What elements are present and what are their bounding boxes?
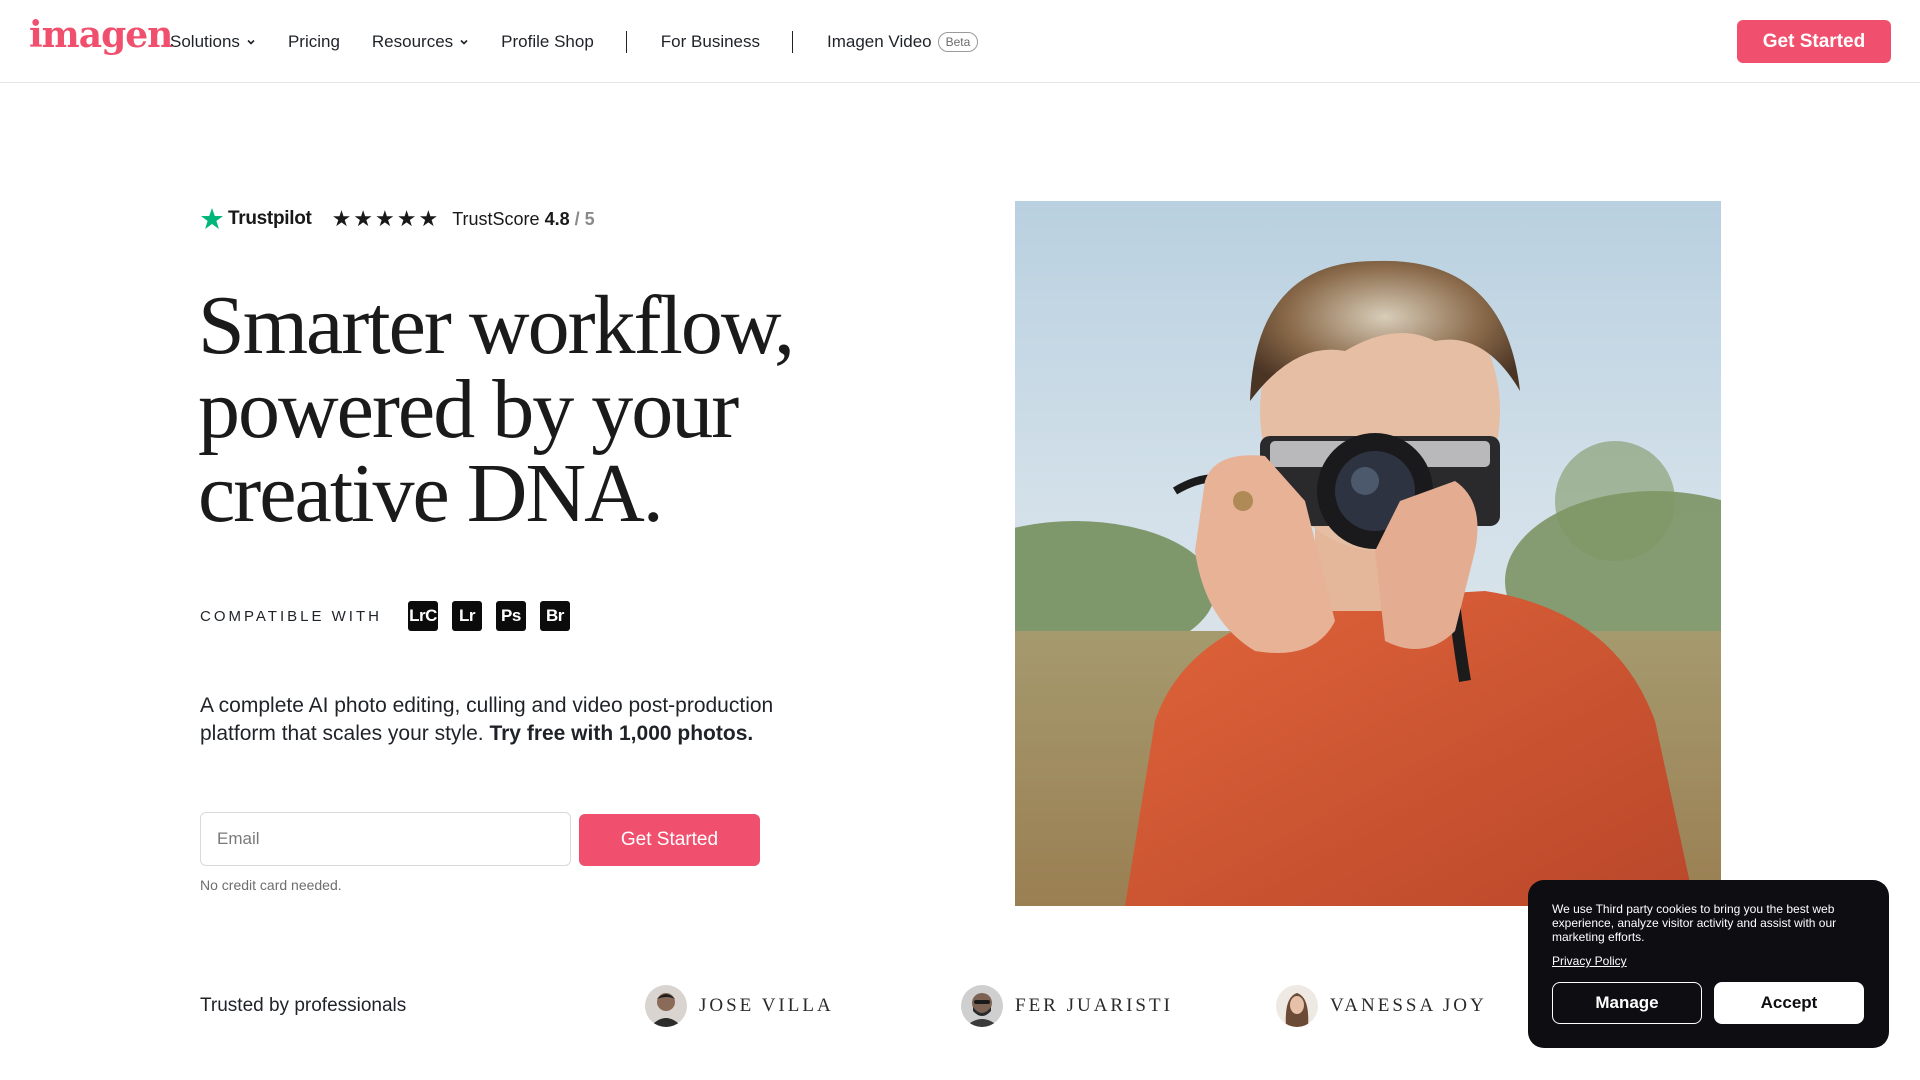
pro-jose-villa: JOSE VILLA — [645, 985, 834, 1027]
photoshop-icon: Ps — [495, 601, 526, 631]
nav-links: Solutions Pricing Resources Profile Shop… — [170, 0, 1010, 83]
lightroom-classic-icon: LrC — [407, 601, 438, 631]
chevron-down-icon — [247, 39, 255, 45]
hero-description-bold: Try free with 1,000 photos. — [489, 722, 754, 745]
beta-badge: Beta — [937, 31, 979, 52]
nav-solutions-label: Solutions — [170, 31, 240, 51]
rating-stars: ★★★★★ — [331, 206, 441, 231]
nav-for-business[interactable]: For Business — [661, 32, 760, 52]
chevron-down-icon — [460, 39, 468, 45]
privacy-policy-link[interactable]: Privacy Policy — [1552, 954, 1627, 968]
avatar — [961, 985, 1003, 1027]
bridge-icon: Br — [539, 601, 570, 631]
nav-divider — [792, 30, 793, 53]
email-input[interactable] — [200, 812, 571, 866]
nav-profile-shop[interactable]: Profile Shop — [501, 32, 594, 52]
cookie-text: We use Third party cookies to bring you … — [1552, 902, 1837, 944]
hero-photo-illustration — [1015, 201, 1721, 906]
manage-cookies-button[interactable]: Manage — [1552, 982, 1702, 1024]
trustscore-out-of: / 5 — [574, 208, 595, 229]
compatible-label: COMPATIBLE WITH — [200, 607, 382, 625]
trustscore: TrustScore 4.8 / 5 — [452, 209, 594, 230]
nav-divider — [625, 30, 627, 53]
imagen-logo[interactable]: imagen — [29, 14, 173, 56]
pro-vanessa-joy: VANESSA JOY — [1276, 985, 1487, 1027]
nav-profile-shop-label: Profile Shop — [501, 31, 594, 51]
nav-resources-label: Resources — [371, 31, 454, 51]
nav-imagen-video-label: Imagen Video — [827, 31, 932, 51]
pro-name: JOSE VILLA — [699, 995, 834, 1016]
nav-solutions[interactable]: Solutions — [170, 32, 256, 52]
avatar — [645, 985, 687, 1027]
hero-photo-photographer-with-camera — [1015, 201, 1721, 906]
lightroom-icon: Lr — [451, 601, 482, 631]
trustpilot-rating[interactable]: Trustpilot ★★★★★ TrustScore 4.8 / 5 — [200, 206, 595, 232]
trusted-by-label: Trusted by professionals — [200, 995, 407, 1016]
headline-line: Smarter workflow, — [198, 279, 795, 372]
nav-pricing-label: Pricing — [287, 31, 340, 51]
trustpilot-brand: Trustpilot — [228, 208, 312, 229]
nav-imagen-video[interactable]: Imagen Video Beta — [827, 31, 979, 52]
pro-name: VANESSA JOY — [1330, 995, 1487, 1016]
accept-cookies-button[interactable]: Accept — [1714, 982, 1864, 1024]
nav-for-business-label: For Business — [660, 31, 760, 51]
cookie-banner: We use Third party cookies to bring you … — [1528, 880, 1889, 1048]
hero-headline: Smarter workflow, powered by your creati… — [198, 284, 838, 536]
hero-description: A complete AI photo editing, culling and… — [200, 692, 820, 748]
trustpilot-star-icon — [201, 208, 223, 229]
top-nav: imagen Solutions Pricing Resources Profi… — [0, 0, 1920, 83]
trustscore-label: TrustScore — [452, 208, 540, 229]
compatible-with: COMPATIBLE WITH LrC Lr Ps Br — [200, 601, 570, 631]
headline-line: creative DNA. — [198, 447, 664, 540]
trustscore-value: 4.8 — [544, 208, 570, 229]
nav-resources[interactable]: Resources — [372, 32, 469, 52]
nav-get-started-button[interactable]: Get Started — [1737, 20, 1891, 63]
no-credit-card-note: No credit card needed. — [200, 877, 342, 893]
cookie-actions: Manage Accept — [1552, 982, 1864, 1024]
pro-name: FER JUARISTI — [1015, 995, 1173, 1016]
hero-get-started-button[interactable]: Get Started — [579, 814, 760, 866]
avatar — [1276, 985, 1318, 1027]
pro-fer-juaristi: FER JUARISTI — [961, 985, 1173, 1027]
headline-line: powered by your — [198, 363, 739, 456]
nav-pricing[interactable]: Pricing — [288, 32, 340, 52]
